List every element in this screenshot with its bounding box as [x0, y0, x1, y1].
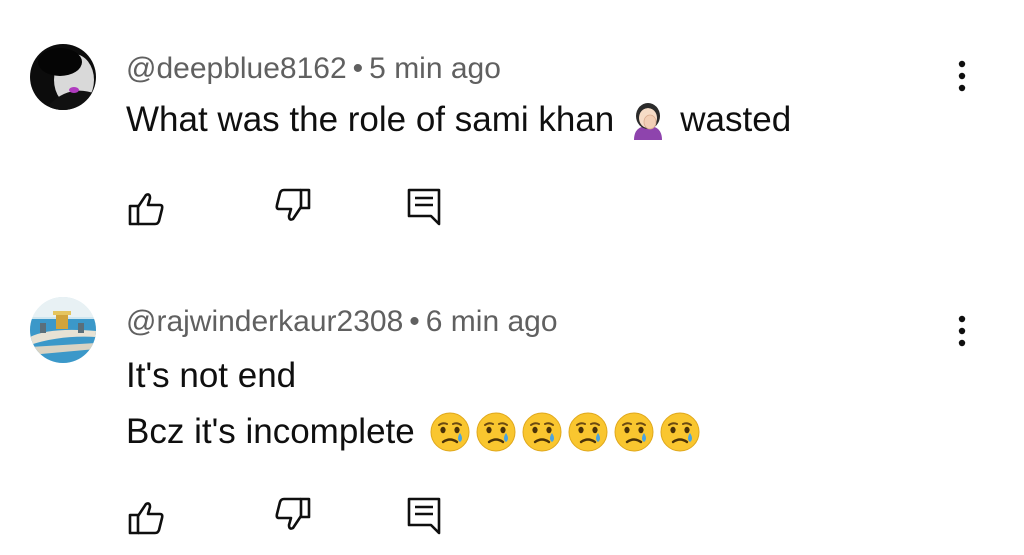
- like-icon[interactable]: [125, 187, 169, 231]
- comment-text-part: wasted: [680, 100, 792, 139]
- crying-face-emoji-icon: [475, 411, 517, 453]
- avatar[interactable]: [30, 44, 96, 110]
- comment-text-part: Bcz it's incomplete: [126, 412, 415, 451]
- meta-separator: •: [352, 52, 364, 85]
- meta-separator: •: [409, 305, 420, 338]
- woman-facepalming-emoji-icon: [628, 100, 668, 140]
- crying-face-emoji-icon: [429, 411, 471, 453]
- reply-icon[interactable]: [402, 185, 446, 229]
- crying-face-emoji-icon: [567, 411, 609, 453]
- comment-text: What was the role of sami khan wasted: [126, 100, 791, 140]
- comment-time: 6 min ago: [425, 305, 558, 338]
- more-vert-icon[interactable]: [950, 56, 974, 96]
- emoji-row: [425, 411, 701, 453]
- crying-face-emoji-icon: [659, 411, 701, 453]
- comment-meta: @rajwinderkaur2308 • 6 min ago: [126, 305, 558, 339]
- comment-text-part: What was the role of sami khan: [126, 100, 615, 139]
- crying-face-emoji-icon: [613, 411, 655, 453]
- dislike-icon[interactable]: [270, 492, 314, 536]
- comment-time: 5 min ago: [369, 52, 501, 85]
- comment-meta: @deepblue8162 • 5 min ago: [126, 52, 501, 86]
- more-vert-icon[interactable]: [950, 311, 974, 351]
- comment-text-part: It's not end: [126, 356, 297, 395]
- reply-icon[interactable]: [402, 494, 446, 538]
- avatar[interactable]: [30, 297, 96, 363]
- comment-author[interactable]: @deepblue8162: [126, 52, 347, 85]
- comment-text: It's not end: [126, 356, 296, 396]
- crying-face-emoji-icon: [521, 411, 563, 453]
- comment-text: Bcz it's incomplete: [126, 411, 701, 453]
- dislike-icon[interactable]: [270, 183, 314, 227]
- comment-author[interactable]: @rajwinderkaur2308: [126, 305, 403, 338]
- like-icon[interactable]: [125, 496, 169, 540]
